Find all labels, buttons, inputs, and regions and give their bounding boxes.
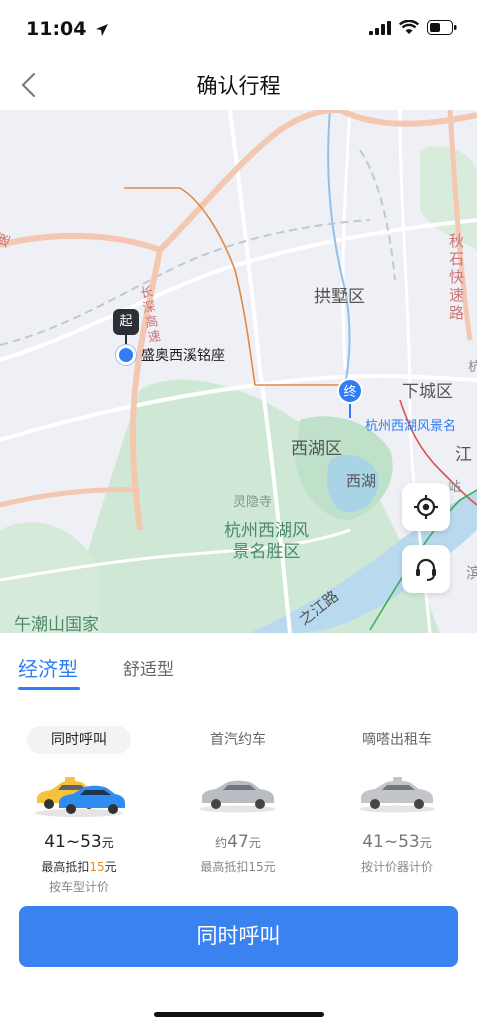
option-price-value: 41~53 <box>44 832 102 852</box>
tab-active-underline <box>18 687 80 690</box>
battery-icon <box>427 20 457 35</box>
car-icon <box>322 764 472 824</box>
map-view[interactable]: 拱墅区 下城区 西湖区 西湖 江 灵隐寺 杭州西湖风 景名胜区 午潮山国家 之江… <box>0 110 477 633</box>
option-discount: 最高抵扣15元 <box>4 858 154 875</box>
crosshair-icon <box>414 495 438 519</box>
label-gongshu: 拱墅区 <box>314 287 365 307</box>
nav-bar: 确认行程 <box>0 60 477 110</box>
status-bar: 11:04 <box>0 0 477 60</box>
discount-value: 15 <box>89 860 105 874</box>
headset-icon <box>416 558 436 581</box>
option-name: 嘀嗒出租车 <box>362 732 432 748</box>
option-price-unit: 元 <box>419 836 432 850</box>
option-price-unit: 元 <box>101 836 114 850</box>
label-xihu-lake: 西湖 <box>346 472 377 490</box>
option-pricing-rule: 按车型计价 <box>48 880 109 894</box>
option-price-prefix: 约 <box>215 836 228 850</box>
home-indicator <box>154 1012 324 1017</box>
discount-suffix: 元 <box>104 860 117 874</box>
option-price: 41~53元 <box>4 832 154 852</box>
label-xihu-district: 西湖区 <box>291 439 342 459</box>
end-marker[interactable]: 终 <box>337 378 363 418</box>
start-location-name: 盛奥西溪铭座 <box>141 348 225 364</box>
label-scenic-area: 杭州西湖风 景名胜区 <box>224 521 309 563</box>
option-simultaneous-call[interactable]: 同时呼叫 41~53元 最高抵扣15元 按车型计价 <box>4 726 154 895</box>
end-marker-badge: 终 <box>337 378 363 404</box>
discount-prefix: 最高抵扣 <box>41 860 90 874</box>
start-marker[interactable]: 起 <box>113 309 139 365</box>
option-pricing-rule: 按计价器计价 <box>360 860 433 874</box>
taxi-pair-icon <box>4 764 154 824</box>
label-qiushi: 秋石快速路 <box>449 232 465 322</box>
tab-comfort[interactable]: 舒适型 <box>123 655 174 680</box>
car-type-tabs: 经济型 舒适型 <box>0 633 477 693</box>
car-icon <box>163 764 313 824</box>
wifi-icon <box>399 20 419 34</box>
option-price-value: 41~53 <box>362 832 420 852</box>
end-marker-stem <box>349 404 351 418</box>
label-scenic-line1: 杭州西湖风 <box>224 521 309 541</box>
label-wuchaoshan: 午潮山国家 <box>14 615 99 633</box>
label-scenic-line2: 景名胜区 <box>232 542 301 562</box>
label-xiacheng: 下城区 <box>402 382 453 402</box>
label-lingyin: 灵隐寺 <box>233 495 273 510</box>
tab-economy[interactable]: 经济型 <box>18 653 78 682</box>
label-hang: 杭 <box>468 360 477 375</box>
option-dida-taxi[interactable]: 嘀嗒出租车 41~53元 按计价器计价 <box>322 726 472 875</box>
current-location-dot <box>116 345 136 365</box>
locate-button[interactable] <box>402 483 450 531</box>
start-marker-badge: 起 <box>113 309 139 335</box>
status-time: 11:04 <box>26 18 109 40</box>
customer-service-button[interactable] <box>402 545 450 593</box>
option-name: 同时呼叫 <box>27 726 131 754</box>
option-name: 首汽约车 <box>210 732 266 748</box>
signal-icon <box>369 20 391 35</box>
option-price: 41~53元 <box>322 832 472 852</box>
location-arrow-icon <box>96 24 109 36</box>
status-icons <box>369 20 457 35</box>
option-price: 约47元 <box>163 832 313 852</box>
option-shouqi[interactable]: 首汽约车 约47元 最高抵扣15元 <box>163 726 313 875</box>
option-discount: 最高抵扣15元 <box>200 860 276 874</box>
option-price-unit: 元 <box>248 836 261 850</box>
ride-options-panel: 经济型 舒适型 同时呼叫 41~53元 最高抵扣15元 按车型计价 首汽约车 约… <box>0 633 477 1029</box>
label-jiang: 江 <box>455 445 472 465</box>
label-bin: 滨 <box>466 564 477 582</box>
clock-text: 11:04 <box>26 18 87 40</box>
option-price-value: 47 <box>227 832 249 852</box>
call-button[interactable]: 同时呼叫 <box>19 906 458 967</box>
page-title: 确认行程 <box>196 74 281 98</box>
end-location-name: 杭州西湖风景名 <box>365 419 457 434</box>
